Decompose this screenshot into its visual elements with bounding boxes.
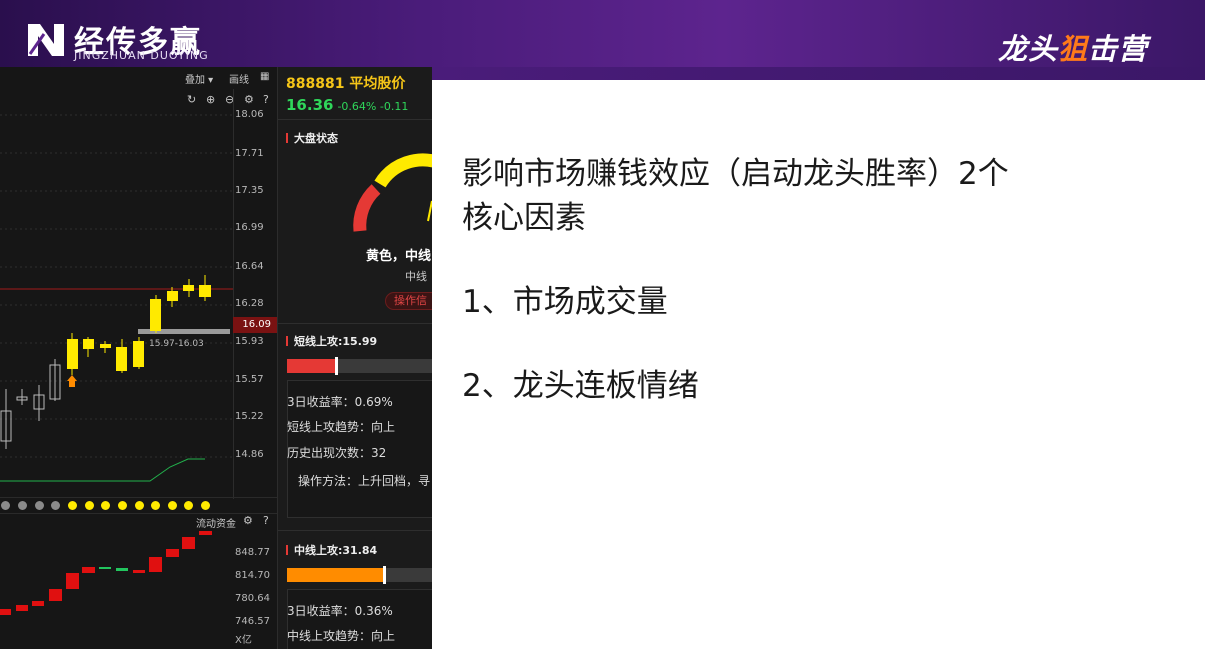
- kline-chart-panel: 叠加 ▾ 画线 ▦ ↻ ⊕ ⊖ ⚙ ? 18.06 17.71 17.35 16…: [0, 67, 277, 649]
- slide-point-1: 1、市场成交量: [462, 284, 668, 320]
- stock-price: 16.36: [286, 96, 334, 114]
- mid-trend: 中线上攻趋势：向上: [287, 629, 396, 643]
- mid-progress-knob: [382, 566, 386, 584]
- axis-label: 17.71: [235, 148, 264, 159]
- slide-heading-line1: 影响市场赚钱效应（启动龙头胜率）2个: [462, 156, 1009, 192]
- banner-strip: [432, 67, 1205, 80]
- gauge-text: 黄色，中线: [366, 249, 432, 264]
- short-attack-title: 短线上攻:15.99: [286, 333, 377, 349]
- signal-dot: [35, 501, 44, 510]
- logo-icon: [28, 24, 64, 56]
- range-label: 15.97-16.03: [149, 339, 204, 349]
- mid-return: 3日收益率：0.36%: [287, 604, 393, 618]
- fund-flow-chart: [0, 531, 212, 615]
- mid-progress-fill: [287, 568, 385, 582]
- flow-axis-label: 746.57: [235, 616, 270, 627]
- flow-axis-label: 814.70: [235, 570, 270, 581]
- flow-axis-label: 780.64: [235, 593, 270, 604]
- short-progress-fill: [287, 359, 337, 373]
- brand-title: 龙头狙击营: [998, 32, 1149, 66]
- signal-dot: [85, 501, 94, 510]
- axis-label: 18.06: [235, 109, 264, 120]
- axis-label: 15.57: [235, 374, 264, 385]
- axis-label: 17.35: [235, 185, 264, 196]
- gauge-sub: 中线: [405, 270, 427, 283]
- axis-label: 16.99: [235, 222, 264, 233]
- signal-dot: [151, 501, 160, 510]
- overlay-button[interactable]: 叠加 ▾: [185, 71, 213, 86]
- logo-subtitle: JINGZHUAN DUOYING: [74, 49, 209, 62]
- chart-toolbar: 叠加 ▾ 画线 ▦: [0, 67, 277, 89]
- candles: [0, 275, 211, 449]
- signal-dot: [118, 501, 127, 510]
- axis-label: 15.22: [235, 411, 264, 422]
- flow-axis-label: 848.77: [235, 547, 270, 558]
- signal-dot: [18, 501, 27, 510]
- top-banner: 经传多赢 JINGZHUAN DUOYING 龙头狙击营: [0, 0, 1205, 67]
- market-gauge: [353, 153, 432, 232]
- short-return: 3日收益率：0.69%: [287, 395, 393, 409]
- slide-heading-line2: 核心因素: [462, 200, 586, 236]
- divider: [0, 513, 277, 514]
- market-status-title: 大盘状态: [286, 130, 338, 146]
- short-progress-knob: [334, 357, 338, 375]
- signal-dots: [0, 499, 233, 513]
- mid-attack-title: 中线上攻:31.84: [286, 542, 377, 558]
- stock-change: -0.64% -0.11: [337, 100, 409, 113]
- slide-point-2: 2、龙头连板情绪: [462, 368, 699, 404]
- signal-dot: [201, 501, 210, 510]
- flow-title: 流动资金: [196, 519, 236, 530]
- signal-dot: [1, 501, 10, 510]
- signal-dot: [101, 501, 110, 510]
- stock-quote: 16.36 -0.64% -0.11: [286, 95, 408, 114]
- signal-dot: [168, 501, 177, 510]
- short-progress-bar: [287, 357, 432, 375]
- candlestick-chart: [0, 114, 233, 482]
- indicator-panel: 888881 平均股价 16.36 -0.64% -0.11 大盘状态 黄色，中线…: [277, 67, 432, 649]
- axis-label: 16.64: [235, 261, 264, 272]
- gear-icon[interactable]: ⚙: [243, 514, 253, 527]
- help-icon[interactable]: ?: [263, 514, 269, 527]
- buy-signal-icon: [67, 375, 77, 387]
- current-price-tag: 16.09: [233, 317, 277, 333]
- draw-line-button[interactable]: 画线: [229, 71, 249, 86]
- operation-signal-button[interactable]: 操作信: [385, 292, 432, 310]
- flow-unit-label: X亿: [235, 635, 252, 646]
- signal-dot: [184, 501, 193, 510]
- divider: [0, 497, 277, 498]
- mid-progress-bar: [287, 566, 432, 584]
- short-trend: 短线上攻趋势：向上: [287, 420, 396, 434]
- signal-dot: [68, 501, 77, 510]
- slide-content: 影响市场赚钱效应（启动龙头胜率）2个 核心因素 1、市场成交量 2、龙头连板情绪: [432, 80, 1205, 649]
- short-count: 历史出现次数：32: [287, 446, 387, 460]
- stock-name: 888881 平均股价: [286, 76, 406, 92]
- short-method: 操作方法：上升回档，寻: [298, 474, 431, 488]
- axis-label: 16.28: [235, 298, 264, 309]
- axis-label: 14.86: [235, 449, 264, 460]
- signal-dot: [135, 501, 144, 510]
- grid-icon[interactable]: ▦: [260, 71, 269, 82]
- axis-label: 15.93: [235, 336, 264, 347]
- signal-dot: [51, 501, 60, 510]
